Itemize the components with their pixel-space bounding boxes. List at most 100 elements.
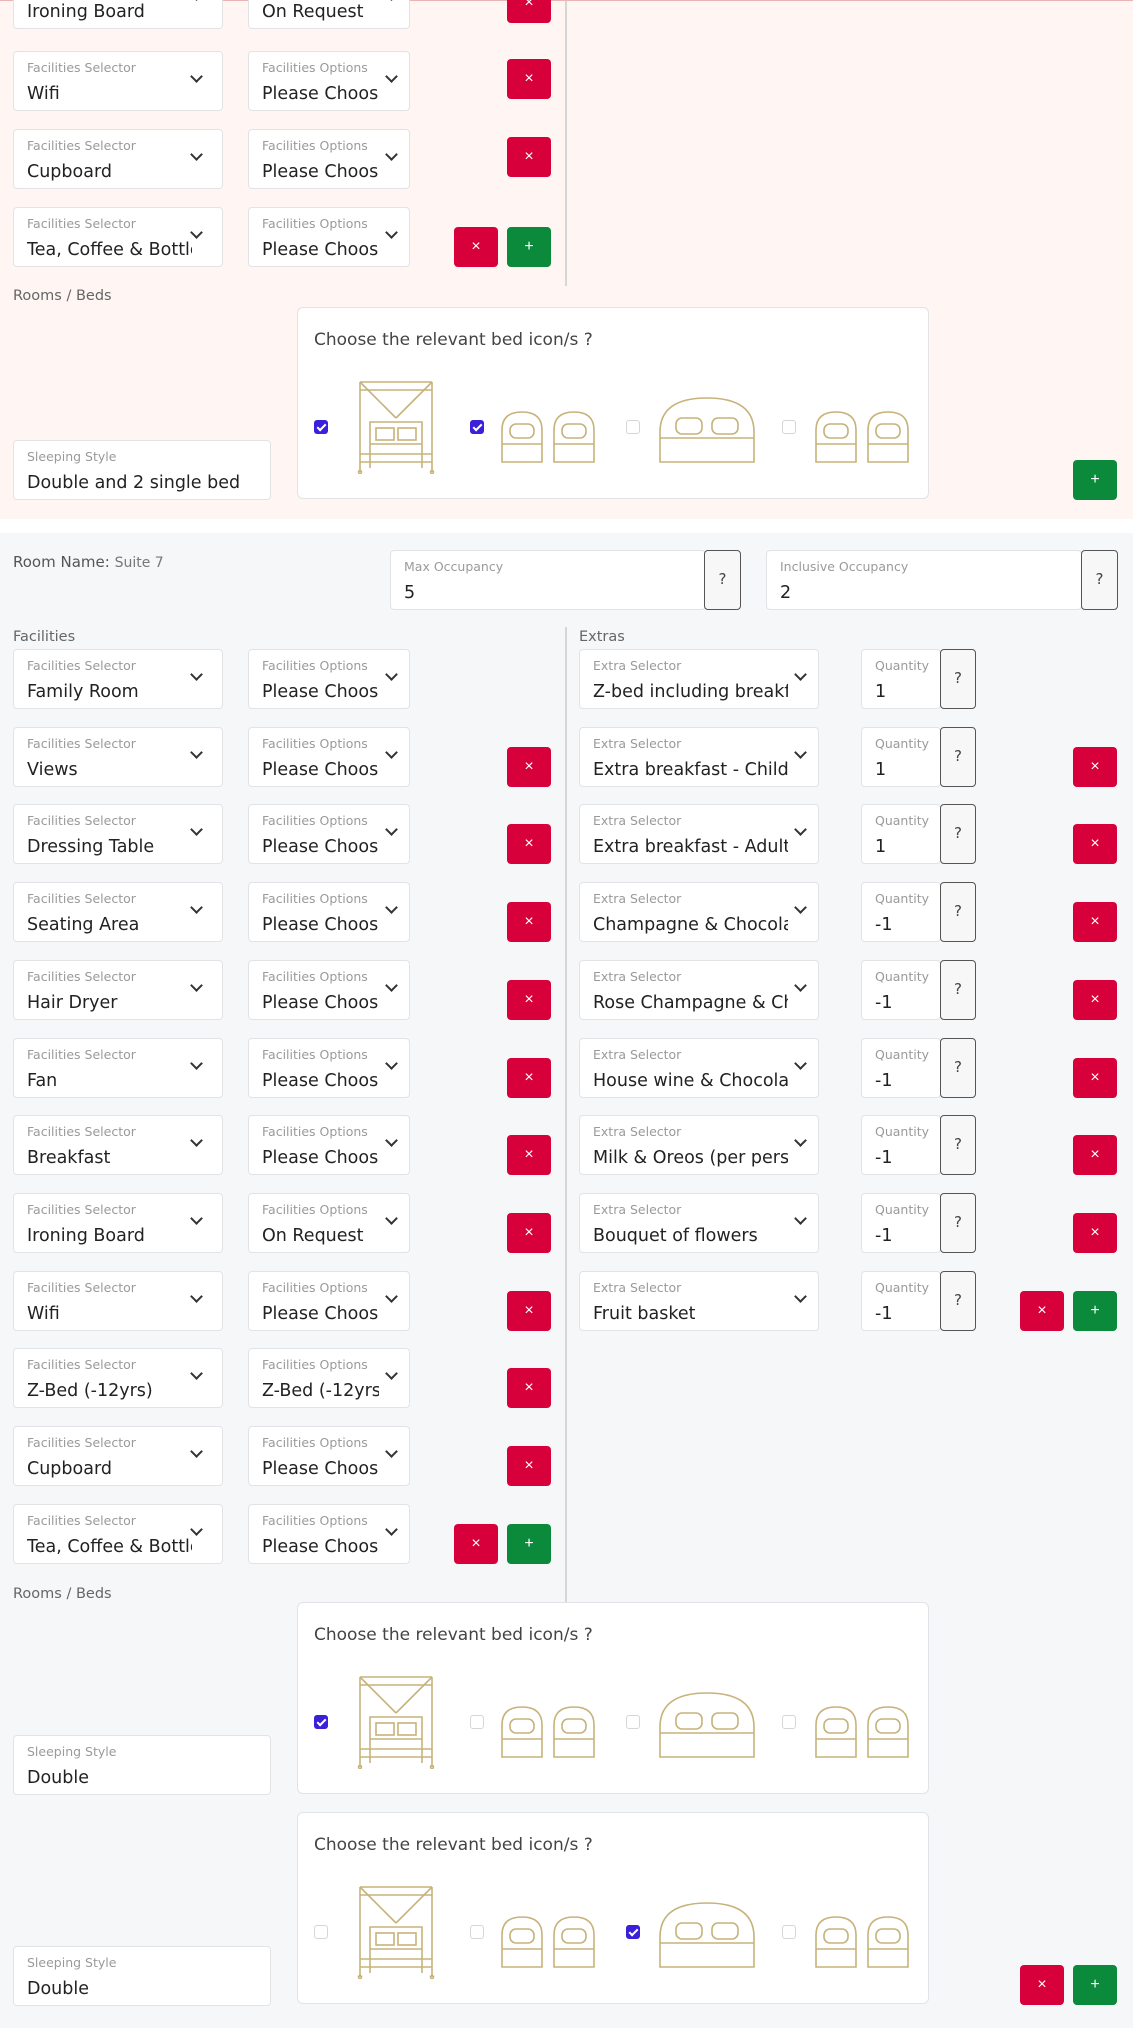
chevron-down-icon[interactable] — [385, 903, 397, 915]
add-row-button[interactable]: + — [1073, 1290, 1117, 1331]
remove-row-button[interactable]: × — [507, 902, 551, 943]
chevron-down-icon[interactable] — [794, 1214, 806, 1226]
facilities-selector[interactable]: Facilities Selector Ironing Board — [13, 1192, 223, 1253]
chevron-down-icon[interactable] — [190, 1136, 202, 1148]
remove-row-button[interactable]: × — [1020, 1965, 1064, 2005]
extra-selector[interactable]: Extra Selector Champagne & Chocolate — [579, 882, 819, 943]
facilities-selector[interactable]: Facilities Selector Seating Area — [13, 882, 223, 943]
chevron-down-icon[interactable] — [794, 1059, 806, 1071]
remove-row-button[interactable]: × — [1073, 1057, 1117, 1098]
quantity-help-button[interactable]: ? — [940, 804, 976, 865]
remove-row-button[interactable]: × — [507, 1368, 551, 1409]
chevron-down-icon[interactable] — [190, 1059, 202, 1071]
chevron-down-icon[interactable] — [385, 1292, 397, 1304]
remove-row-button[interactable]: × — [507, 1446, 551, 1486]
chevron-down-icon[interactable] — [385, 228, 397, 240]
chevron-down-icon[interactable] — [385, 825, 397, 837]
facilities-options[interactable]: Facilities Options Please Choos — [248, 649, 410, 709]
chevron-down-icon[interactable] — [794, 903, 806, 915]
remove-row-button[interactable]: × — [1073, 746, 1117, 787]
remove-row-button[interactable]: × — [454, 227, 498, 267]
facilities-selector[interactable]: Facilities Selector Hair Dryer — [13, 959, 223, 1020]
facilities-selector[interactable]: Facilities Selector Tea, Coffee & Bottle — [13, 1503, 223, 1564]
extra-selector[interactable]: Extra Selector Extra breakfast - Adult (C — [579, 804, 819, 865]
extra-selector[interactable]: Extra Selector Bouquet of flowers — [579, 1192, 819, 1253]
facilities-selector[interactable]: Facilities Selector Breakfast — [13, 1115, 223, 1176]
quantity-input[interactable]: Quantity 1 — [861, 804, 941, 865]
bed-option-checkbox[interactable] — [626, 1925, 640, 1939]
facilities-options[interactable]: Facilities Options Please Choos — [248, 1037, 410, 1098]
bed-option-checkbox[interactable] — [470, 420, 484, 434]
bed-option-checkbox[interactable] — [314, 1925, 328, 1939]
facilities-selector[interactable]: Facilities Selector Cupboard — [13, 129, 223, 189]
facilities-options[interactable]: On Request — [248, 0, 410, 29]
chevron-down-icon[interactable] — [190, 1525, 202, 1537]
quantity-help-button[interactable]: ? — [940, 1115, 976, 1176]
quantity-input[interactable]: Quantity 1 — [861, 726, 941, 787]
chevron-down-icon[interactable] — [385, 1214, 397, 1226]
chevron-down-icon[interactable] — [385, 0, 397, 2]
facilities-options[interactable]: Facilities Options Please Choos — [248, 51, 410, 111]
quantity-help-button[interactable]: ? — [940, 959, 976, 1020]
bed-option-checkbox[interactable] — [782, 1715, 796, 1729]
facilities-selector[interactable]: Facilities Selector Fan — [13, 1037, 223, 1098]
facilities-options[interactable]: Facilities Options Z-Bed (-12yrs) — [248, 1348, 410, 1409]
facilities-selector[interactable]: Facilities Selector Cupboard — [13, 1426, 223, 1486]
quantity-help-button[interactable]: ? — [940, 1270, 976, 1331]
extra-selector[interactable]: Extra Selector Milk & Oreos (per person — [579, 1115, 819, 1176]
chevron-down-icon[interactable] — [190, 748, 202, 760]
add-row-button[interactable]: + — [507, 1523, 551, 1564]
bed-option-checkbox[interactable] — [314, 420, 328, 434]
quantity-input[interactable]: Quantity -1 — [861, 1270, 941, 1331]
remove-row-button[interactable]: × — [507, 0, 551, 23]
chevron-down-icon[interactable] — [190, 981, 202, 993]
extra-selector[interactable]: Extra Selector Fruit basket — [579, 1270, 819, 1331]
chevron-down-icon[interactable] — [794, 1292, 806, 1304]
max-occupancy-help-button[interactable]: ? — [704, 550, 741, 610]
chevron-down-icon[interactable] — [385, 150, 397, 162]
quantity-help-button[interactable]: ? — [940, 1192, 976, 1253]
chevron-down-icon[interactable] — [190, 72, 202, 84]
remove-row-button[interactable]: × — [1073, 979, 1117, 1020]
extra-selector[interactable]: Extra Selector House wine & Chocolate — [579, 1037, 819, 1098]
facilities-options[interactable]: Facilities Options Please Choos — [248, 1270, 410, 1331]
remove-row-button[interactable]: × — [507, 137, 551, 177]
facilities-options[interactable]: Facilities Options Please Choos — [248, 1426, 410, 1486]
inclusive-occupancy-input[interactable]: Inclusive Occupancy 2 — [766, 550, 1082, 610]
remove-row-button[interactable]: × — [507, 1057, 551, 1098]
remove-row-button[interactable]: × — [507, 979, 551, 1020]
chevron-down-icon[interactable] — [794, 825, 806, 837]
add-row-button[interactable]: + — [1073, 1965, 1117, 2005]
chevron-down-icon[interactable] — [385, 1369, 397, 1381]
chevron-down-icon[interactable] — [385, 1136, 397, 1148]
quantity-input[interactable]: Quantity -1 — [861, 1115, 941, 1176]
facilities-options[interactable]: Facilities Options Please Choos — [248, 726, 410, 787]
add-row-button[interactable]: + — [1073, 460, 1117, 500]
chevron-down-icon[interactable] — [190, 1369, 202, 1381]
facilities-options[interactable]: Facilities Options Please Choos — [248, 207, 410, 267]
facilities-selector[interactable]: Ironing Board — [13, 0, 223, 29]
bed-option-checkbox[interactable] — [470, 1925, 484, 1939]
max-occupancy-input[interactable]: Max Occupancy 5 — [390, 550, 706, 610]
chevron-down-icon[interactable] — [385, 72, 397, 84]
facilities-options[interactable]: Facilities Options Please Choos — [248, 129, 410, 189]
chevron-down-icon[interactable] — [190, 1447, 202, 1459]
chevron-down-icon[interactable] — [794, 1136, 806, 1148]
remove-row-button[interactable]: × — [507, 59, 551, 99]
chevron-down-icon[interactable] — [190, 0, 202, 2]
chevron-down-icon[interactable] — [190, 150, 202, 162]
remove-row-button[interactable]: × — [454, 1523, 498, 1564]
facilities-selector[interactable]: Facilities Selector Wifi — [13, 51, 223, 111]
remove-row-button[interactable]: × — [507, 1135, 551, 1176]
bed-option-checkbox[interactable] — [626, 420, 640, 434]
chevron-down-icon[interactable] — [385, 1447, 397, 1459]
facilities-selector[interactable]: Facilities Selector Family Room — [13, 649, 223, 709]
extra-selector[interactable]: Extra Selector Extra breakfast - Child (-… — [579, 726, 819, 787]
sleeping-style-field[interactable]: Sleeping Style Double and 2 single beds — [13, 440, 271, 500]
remove-row-button[interactable]: × — [507, 1290, 551, 1331]
extra-selector[interactable]: Extra Selector Rose Champagne & Cho — [579, 959, 819, 1020]
facilities-options[interactable]: Facilities Options Please Choos — [248, 882, 410, 943]
chevron-down-icon[interactable] — [190, 670, 202, 682]
quantity-help-button[interactable]: ? — [940, 726, 976, 787]
remove-row-button[interactable]: × — [1073, 902, 1117, 943]
